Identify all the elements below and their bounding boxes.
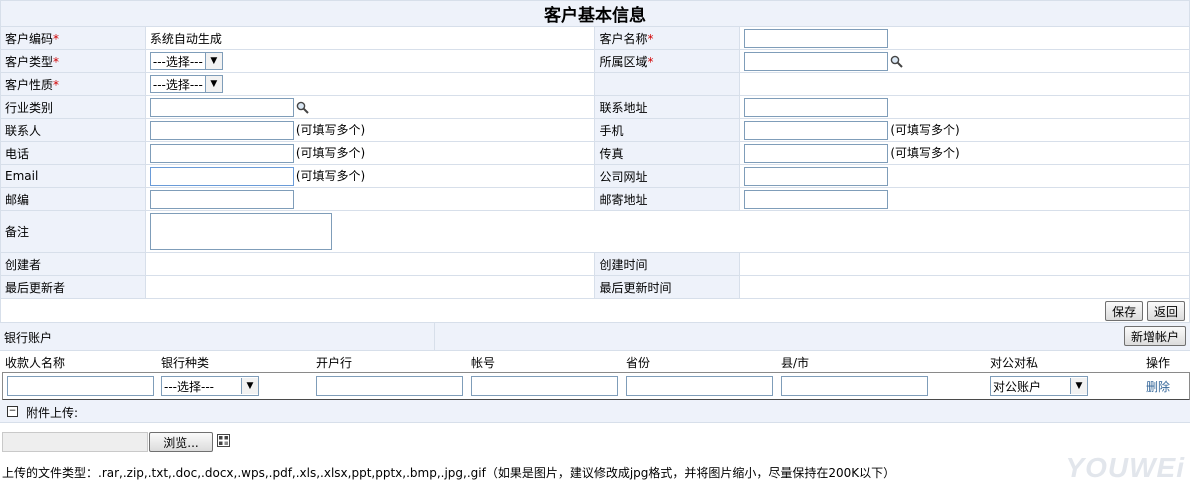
col-province: 省份 <box>626 356 651 370</box>
label-customer-code: 客户编码* <box>0 26 146 50</box>
fax-input[interactable] <box>744 143 889 163</box>
col-account-kind: 对公对私 <box>990 356 1039 370</box>
email-input[interactable] <box>149 166 294 186</box>
customer-name-input[interactable] <box>744 28 889 48</box>
multi-note: (可填写多个) <box>295 146 366 160</box>
address-input[interactable] <box>744 97 889 117</box>
action-bar: 保存 返回 <box>0 298 1190 324</box>
label-customer-name: 客户名称* <box>594 26 741 50</box>
label-mobile: 手机 <box>594 118 741 142</box>
county-city-input[interactable] <box>781 376 928 396</box>
customer-nature-select[interactable]: ---选择--- ▼ <box>149 75 223 93</box>
customer-code-value: 系统自动生成 <box>144 26 596 50</box>
page-title: 客户基本信息 <box>0 0 1190 27</box>
bank-type-select[interactable]: ---选择--- ▼ <box>161 376 259 396</box>
chevron-down-icon: ▼ <box>204 53 222 69</box>
delete-link[interactable]: 删除 <box>1146 378 1170 395</box>
col-bank-type: 银行种类 <box>161 356 210 370</box>
col-payee-name: 收款人名称 <box>5 356 66 370</box>
multi-note: (可填写多个) <box>890 123 960 137</box>
search-icon[interactable] <box>296 101 309 114</box>
industry-input[interactable] <box>149 97 294 117</box>
table-row: ---选择--- ▼ 对公账户 ▼ 删除 <box>2 372 1190 401</box>
bank-account-title: 银行账户 <box>4 331 53 345</box>
col-action: 操作 <box>1146 356 1171 370</box>
label-phone: 电话 <box>0 141 146 165</box>
remark-textarea[interactable] <box>149 213 332 250</box>
minus-box-icon[interactable]: − <box>7 406 18 417</box>
label-industry: 行业类别 <box>0 95 146 119</box>
mail-address-input[interactable] <box>744 189 889 209</box>
label-website: 公司网址 <box>594 164 741 188</box>
attachment-bar: − 附件上传: <box>0 400 1190 423</box>
account-kind-select[interactable]: 对公账户 ▼ <box>990 376 1088 396</box>
chevron-down-icon: ▼ <box>1070 378 1087 394</box>
attachment-label: 附件上传: <box>26 406 79 420</box>
mobile-input[interactable] <box>744 120 889 140</box>
col-account-no: 帐号 <box>471 356 496 370</box>
label-zip: 邮编 <box>0 187 146 211</box>
customer-info-form: 客户基本信息 客户编码* 系统自动生成 客户名称* 客户类型* ---选择---… <box>0 0 1191 324</box>
col-county-city: 县/市 <box>781 356 810 370</box>
label-created-time: 创建时间 <box>594 252 741 276</box>
label-contact: 联系人 <box>0 118 146 142</box>
website-input[interactable] <box>744 166 889 186</box>
account-no-input[interactable] <box>471 376 618 396</box>
save-button[interactable]: 保存 <box>1105 301 1144 321</box>
back-button[interactable]: 返回 <box>1146 301 1185 321</box>
multi-note: (可填写多个) <box>295 169 366 183</box>
multi-note: (可填写多个) <box>890 146 960 160</box>
payee-name-input[interactable] <box>7 376 154 396</box>
label-remark: 备注 <box>0 210 146 253</box>
label-customer-nature: 客户性质* <box>0 72 146 96</box>
label-updater: 最后更新者 <box>0 275 146 299</box>
col-opening-bank: 开户行 <box>316 356 353 370</box>
search-icon[interactable] <box>890 55 904 68</box>
label-creator: 创建者 <box>0 252 146 276</box>
grid-icon[interactable] <box>217 434 230 447</box>
browse-button[interactable]: 浏览... <box>149 432 213 452</box>
label-customer-type: 客户类型* <box>0 49 146 73</box>
label-mail-address: 邮寄地址 <box>594 187 741 211</box>
label-updated-time: 最后更新时间 <box>594 275 741 299</box>
chevron-down-icon: ▼ <box>241 378 258 394</box>
label-email: Email <box>0 164 146 188</box>
bank-account-bar: 银行账户 新增帐户 <box>0 322 1190 351</box>
created-time-value <box>739 252 1190 276</box>
phone-input[interactable] <box>149 143 294 163</box>
province-input[interactable] <box>626 376 773 396</box>
multi-note: (可填写多个) <box>295 123 366 137</box>
customer-type-select[interactable]: ---选择--- ▼ <box>149 52 223 70</box>
zip-input[interactable] <box>149 189 294 209</box>
creator-value <box>144 252 596 276</box>
contact-input[interactable] <box>149 120 294 140</box>
file-path-field[interactable] <box>2 432 148 452</box>
label-address: 联系地址 <box>594 95 741 119</box>
updated-time-value <box>739 275 1190 299</box>
label-region: 所属区域* <box>594 49 741 73</box>
region-input[interactable] <box>744 51 889 71</box>
opening-bank-input[interactable] <box>316 376 463 396</box>
chevron-down-icon: ▼ <box>204 76 222 92</box>
allowed-file-types: 上传的文件类型：.rar,.zip,.txt,.doc,.docx,.wps,.… <box>2 466 896 480</box>
add-account-button[interactable]: 新增帐户 <box>1123 326 1186 346</box>
label-fax: 传真 <box>594 141 741 165</box>
updater-value <box>144 275 596 299</box>
watermark-logo: YOUWEi <box>1065 452 1185 483</box>
